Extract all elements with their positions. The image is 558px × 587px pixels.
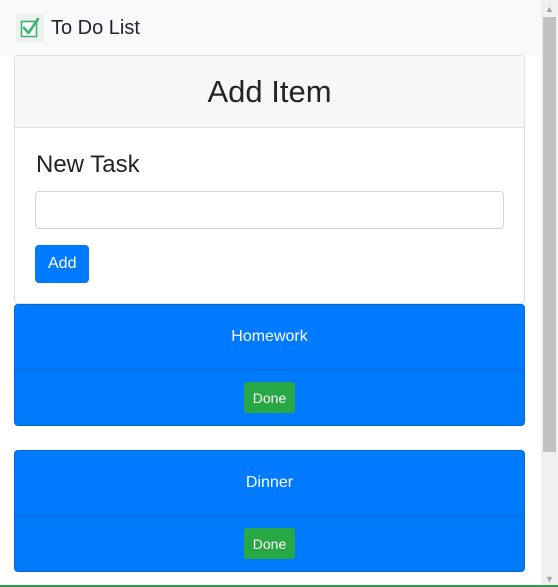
done-button[interactable]: Done — [243, 382, 296, 413]
checkmark-icon — [20, 17, 40, 38]
app-title[interactable]: To Do List — [51, 17, 140, 40]
add-item-form: New Task Add — [15, 128, 524, 303]
browser-viewport: To Do List Add Item New Task Add Homewor… — [0, 0, 558, 587]
scroll-up-arrow-icon[interactable]: ▲ — [541, 0, 558, 17]
done-button[interactable]: Done — [243, 528, 296, 559]
vertical-scrollbar[interactable]: ▲ ▼ — [541, 0, 558, 587]
add-button[interactable]: Add — [35, 245, 90, 283]
todo-item: Homework Done — [14, 304, 525, 426]
add-item-header: Add Item — [15, 56, 524, 128]
todo-page: To Do List Add Item New Task Add Homewor… — [0, 0, 541, 587]
scroll-thumb[interactable] — [543, 17, 556, 452]
new-task-label: New Task — [36, 151, 140, 178]
add-item-card: Add Item New Task Add — [14, 55, 525, 304]
todo-item-title: Dinner — [15, 451, 524, 516]
todo-item-footer: Done — [15, 370, 524, 425]
checkbox-icon[interactable] — [16, 14, 44, 42]
todo-item: Dinner Done — [14, 450, 525, 572]
todo-item-title: Homework — [15, 305, 524, 370]
new-task-input[interactable] — [35, 191, 504, 229]
navbar: To Do List — [0, 0, 541, 56]
todo-item-footer: Done — [15, 516, 524, 571]
